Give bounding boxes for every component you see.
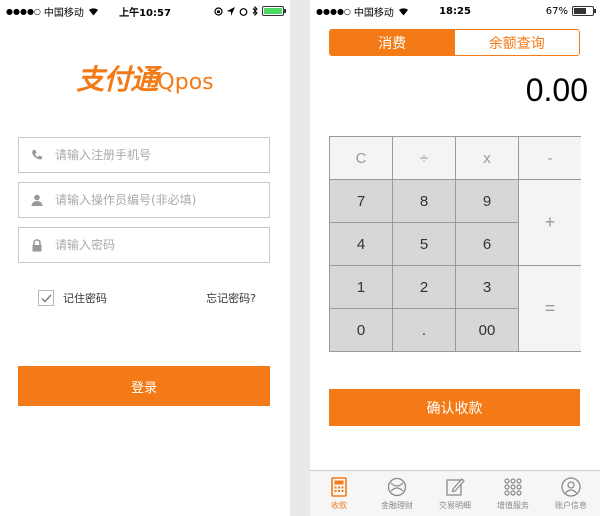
tab-label: 交易明细 [439, 500, 471, 510]
key-clear[interactable]: C [330, 137, 393, 180]
tab-transactions[interactable]: 交易明细 [426, 471, 484, 516]
tab-label: 账户信息 [555, 500, 587, 510]
carrier-label: 中国移动 [353, 7, 394, 19]
key-0[interactable]: 0 [330, 309, 393, 351]
operator-input[interactable] [55, 193, 255, 207]
key-6[interactable]: 6 [456, 223, 519, 266]
person-icon [19, 194, 55, 206]
signal-icon: ●●●●○ [6, 6, 41, 16]
keypad: C ÷ x - 7 8 9 + 4 5 6 1 2 3 = 0 . 00 [329, 136, 581, 352]
key-4[interactable]: 4 [330, 223, 393, 266]
mode-segmented-control[interactable]: 消费 余额查询 [329, 29, 580, 56]
key-2[interactable]: 2 [393, 266, 456, 309]
key-minus[interactable]: - [519, 137, 581, 180]
alarm-icon [239, 7, 248, 16]
finance-icon [387, 477, 407, 496]
status-bar: ●●●●○ 中国移动 上午10:57 [0, 0, 290, 22]
key-1[interactable]: 1 [330, 266, 393, 309]
key-multiply[interactable]: x [456, 137, 519, 180]
battery-icon [262, 6, 286, 16]
login-screen: ●●●●○ 中国移动 上午10:57 支付通Qpos 请输入注册手机号 请输入操… [0, 0, 290, 516]
key-9[interactable]: 9 [456, 180, 519, 223]
tab-label: 增值服务 [497, 500, 529, 510]
phone-icon [19, 149, 55, 161]
carrier-label: 中国移动 [43, 7, 84, 19]
remember-password[interactable]: 记住密码 [38, 290, 107, 306]
lock-icon [19, 238, 55, 252]
status-bar: ●●●●○ 中国移动 18:25 67% [310, 0, 600, 22]
tab-account[interactable]: 账户信息 [542, 471, 600, 516]
wifi-icon [398, 7, 408, 15]
tab-finance[interactable]: 金融理财 [368, 471, 426, 516]
tab-receive[interactable]: 收款 [310, 471, 368, 516]
tab-balance-query[interactable]: 余额查询 [454, 30, 579, 55]
checkmark-icon [41, 294, 51, 302]
key-5[interactable]: 5 [393, 223, 456, 266]
battery-icon [572, 6, 596, 16]
grid-dots-icon [504, 477, 522, 496]
key-divide[interactable]: ÷ [393, 137, 456, 180]
tab-consume[interactable]: 消费 [330, 30, 455, 55]
remember-label: 记住密码 [63, 292, 107, 305]
phone-field[interactable] [18, 137, 270, 173]
battery-percent: 67% [545, 5, 568, 17]
signal-icon: ●●●●○ [316, 6, 351, 16]
key-plus[interactable]: + [519, 180, 581, 266]
cashier-icon [331, 476, 347, 497]
forgot-password-link[interactable]: 忘记密码? [206, 290, 256, 306]
amount-display: 0.00 [525, 72, 588, 108]
tab-value-added[interactable]: 增值服务 [484, 471, 542, 516]
app-logo: 支付通Qpos [76, 63, 214, 96]
tab-label: 收款 [331, 500, 347, 510]
key-00[interactable]: 00 [456, 309, 519, 351]
wifi-icon [88, 7, 98, 15]
key-7[interactable]: 7 [330, 180, 393, 223]
password-input[interactable] [55, 238, 255, 252]
lock-rotation-icon [214, 6, 223, 16]
remember-checkbox[interactable] [38, 290, 54, 306]
bottom-tab-bar: 收款 金融理财 交易明细 增值服务 账户信息 [310, 470, 600, 516]
operator-field[interactable] [18, 182, 270, 218]
bluetooth-icon [252, 6, 258, 16]
password-field[interactable] [18, 227, 270, 263]
confirm-payment-button[interactable]: 确认收款 [329, 389, 580, 426]
key-8[interactable]: 8 [393, 180, 456, 223]
cashier-screen: ●●●●○ 中国移动 18:25 67% 消费 余额查询 0.00 C ÷ x … [310, 0, 600, 516]
login-button[interactable]: 登录 [18, 366, 270, 406]
location-icon [227, 6, 235, 16]
phone-input[interactable] [55, 148, 255, 162]
user-icon [561, 476, 581, 497]
key-equals[interactable]: = [519, 266, 581, 351]
key-3[interactable]: 3 [456, 266, 519, 309]
edit-list-icon [446, 477, 465, 496]
tab-label: 金融理财 [381, 500, 413, 510]
key-dot[interactable]: . [393, 309, 456, 351]
